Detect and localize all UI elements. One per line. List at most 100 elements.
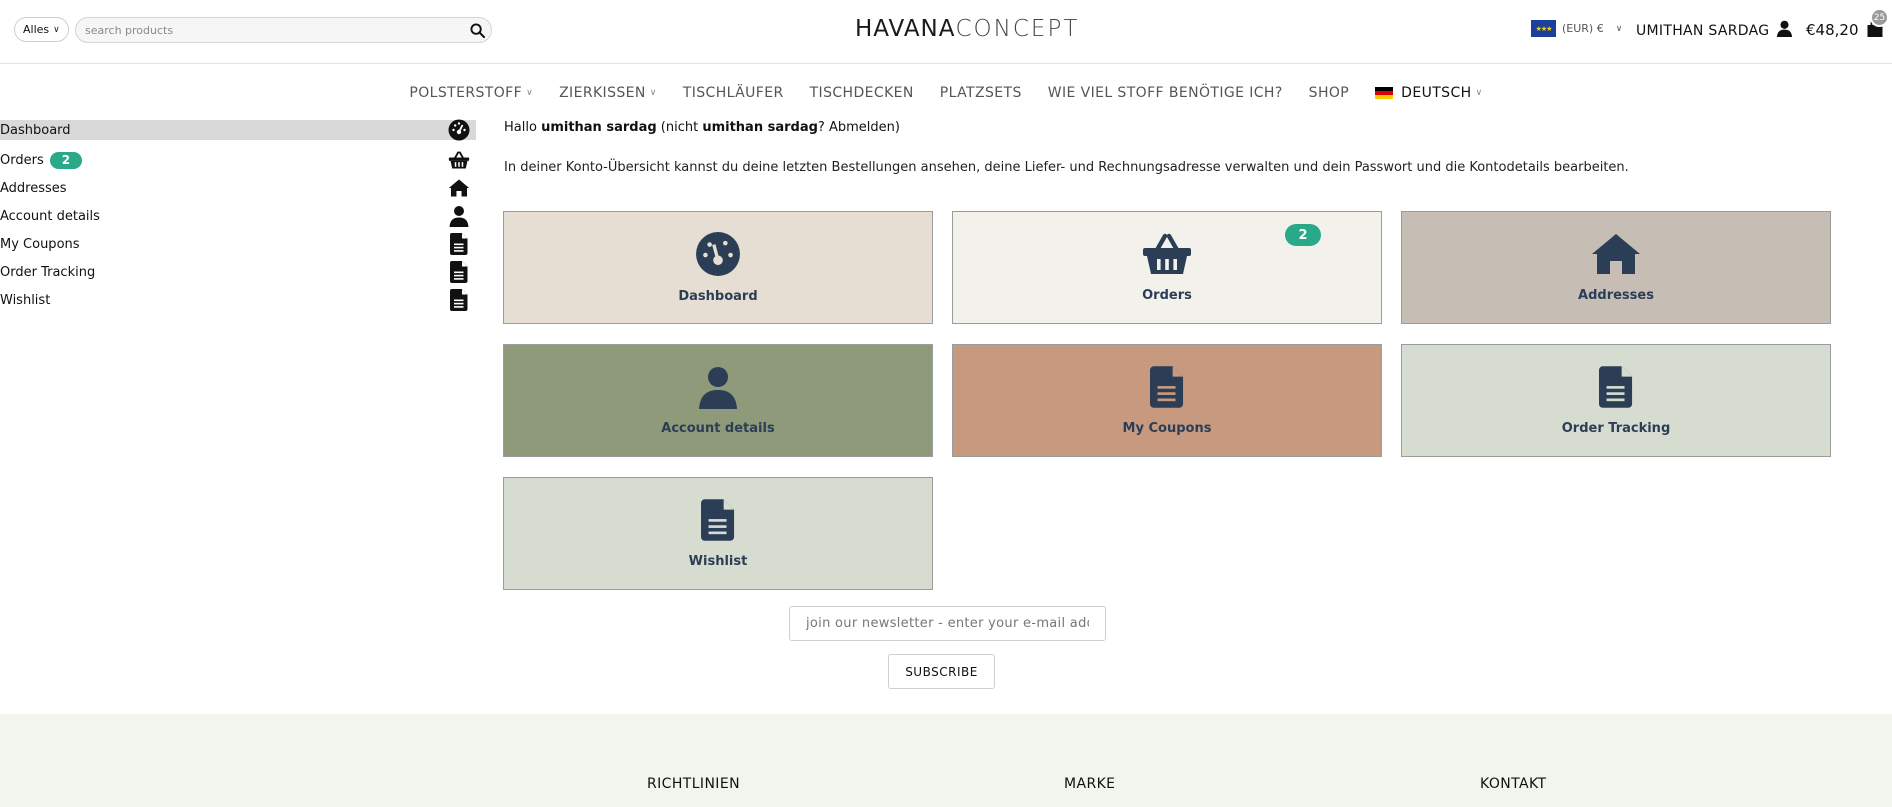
nav-item-label: ZIERKISSEN — [559, 85, 646, 101]
nav-item-label: WIE VIEL STOFF BENÖTIGE ICH? — [1047, 85, 1283, 101]
language-switcher[interactable]: DEUTSCH ∨ — [1375, 82, 1482, 104]
sidebar-item-label: Dashboard — [0, 122, 71, 138]
chevron-down-icon: ∨ — [1615, 23, 1623, 34]
nav-item-label: POLSTERSTOFF — [409, 85, 523, 101]
currency-label: (EUR) € — [1562, 22, 1604, 35]
sidebar-item-order-tracking[interactable]: Order Tracking — [0, 258, 476, 286]
sidebar-item-label: Order Tracking — [0, 264, 96, 280]
account-name: UMITHAN SARDAG — [1636, 22, 1770, 39]
tile-my-coupons[interactable]: My Coupons — [952, 344, 1382, 457]
nav-item-platzsets[interactable]: PLATZSETS — [940, 82, 1022, 104]
nav-item-label: SHOP — [1308, 85, 1350, 101]
tile-label: My Coupons — [1122, 421, 1212, 436]
dashboard-icon — [695, 231, 741, 281]
chevron-down-icon: ∨ — [1475, 88, 1483, 98]
user-icon — [698, 365, 738, 413]
nav-item-shop[interactable]: SHOP — [1309, 82, 1349, 104]
nav-item-tischlaeufer[interactable]: TISCHLÄUFER — [683, 82, 784, 104]
document-icon — [448, 233, 470, 255]
nav-item-polsterstoff[interactable]: POLSTERSTOFF ∨ — [409, 82, 533, 104]
sidebar-item-my-coupons[interactable]: My Coupons — [0, 230, 476, 258]
account-dashboard-content: Hallo umithan sardag (nicht umithan sard… — [504, 120, 1834, 175]
nav-item-label: TISCHDECKEN — [809, 85, 914, 101]
tile-orders[interactable]: 2 Orders — [952, 211, 1382, 324]
orders-count-badge: 2 — [1285, 224, 1321, 246]
home-icon — [448, 177, 470, 199]
home-icon — [1590, 232, 1642, 280]
search-icon[interactable] — [468, 21, 487, 40]
document-icon — [1150, 365, 1184, 413]
site-header: Alles ∨ HAVANACONCEPT ★★★ (EUR) € ∨ UMIT… — [0, 0, 1892, 64]
tile-wishlist[interactable]: Wishlist — [503, 477, 933, 590]
tile-label: Orders — [1142, 288, 1192, 303]
chevron-down-icon: ∨ — [53, 24, 60, 35]
currency-switcher[interactable]: ★★★ (EUR) € ∨ — [1531, 20, 1622, 37]
user-icon — [448, 205, 470, 227]
sidebar-item-account-details[interactable]: Account details — [0, 202, 476, 230]
document-icon — [701, 498, 735, 546]
account-sidebar: Dashboard Orders 2 Addresses Account det… — [0, 119, 476, 314]
eu-flag-stars: ★★★ — [1535, 24, 1553, 33]
category-select[interactable]: Alles ∨ — [14, 17, 69, 42]
sidebar-item-orders[interactable]: Orders 2 — [0, 146, 476, 174]
document-icon — [448, 289, 470, 311]
dashboard-tile-grid: Dashboard 2 Orders Addresses Account det… — [503, 211, 1831, 590]
document-icon — [1599, 365, 1633, 413]
tile-label: Account details — [661, 421, 775, 436]
greeting-hello: Hallo — [504, 120, 542, 135]
nav-item-stoffrechner[interactable]: WIE VIEL STOFF BENÖTIGE ICH? — [1048, 82, 1283, 104]
subscribe-button[interactable]: SUBSCRIBE — [888, 654, 995, 689]
sidebar-item-label: Account details — [0, 208, 100, 224]
tile-account-details[interactable]: Account details — [503, 344, 933, 457]
category-select-value: Alles — [23, 23, 50, 36]
sidebar-item-dashboard[interactable]: Dashboard — [0, 119, 476, 141]
orders-count-badge: 2 — [49, 151, 83, 169]
greeting-text: Hallo umithan sardag (nicht umithan sard… — [504, 120, 1834, 138]
dashboard-icon — [448, 119, 470, 141]
german-flag-icon — [1375, 87, 1394, 99]
user-icon — [1776, 20, 1793, 41]
tile-order-tracking[interactable]: Order Tracking — [1401, 344, 1831, 457]
footer-heading-brand: MARKE — [1064, 776, 1116, 792]
greeting-username: umithan sardag — [541, 120, 657, 135]
footer-heading-policies: RICHTLINIEN — [647, 776, 740, 792]
greeting-not-prefix: (nicht — [656, 120, 703, 135]
sidebar-item-label: Wishlist — [0, 292, 51, 308]
chevron-down-icon: ∨ — [649, 88, 657, 98]
document-icon — [448, 261, 470, 283]
sidebar-item-addresses[interactable]: Addresses — [0, 174, 476, 202]
sidebar-item-label: My Coupons — [0, 236, 80, 252]
logout-link[interactable]: ? Abmelden) — [818, 120, 900, 135]
newsletter-email-input[interactable] — [789, 606, 1106, 641]
footer-heading-contact: KONTAKT — [1480, 776, 1547, 792]
site-logo[interactable]: HAVANACONCEPT — [855, 16, 1079, 42]
nav-item-tischdecken[interactable]: TISCHDECKEN — [810, 82, 914, 104]
search-input[interactable] — [85, 21, 455, 39]
cart-total: €48,20 — [1806, 21, 1859, 39]
search-box — [75, 17, 492, 43]
tile-label: Order Tracking — [1561, 421, 1671, 436]
account-link[interactable]: UMITHAN SARDAG — [1636, 20, 1793, 41]
tile-label: Addresses — [1578, 288, 1654, 303]
greeting-username-2: umithan sardag — [702, 120, 818, 135]
intro-text: In deiner Konto-Übersicht kannst du dein… — [504, 160, 1629, 175]
language-label: DEUTSCH — [1401, 85, 1472, 101]
logo-text-havana: HAVANA — [855, 16, 956, 42]
tile-label: Dashboard — [678, 289, 758, 304]
main-nav: POLSTERSTOFF ∨ ZIERKISSEN ∨ TISCHLÄUFER TI… — [0, 82, 1892, 104]
nav-item-label: TISCHLÄUFER — [682, 85, 784, 101]
tile-dashboard[interactable]: Dashboard — [503, 211, 933, 324]
logo-text-concept: CONCEPT — [955, 16, 1080, 42]
cart-count-badge: 25 — [1870, 8, 1889, 27]
eu-flag-icon: ★★★ — [1531, 20, 1556, 37]
sidebar-item-label: Addresses — [0, 180, 67, 196]
sidebar-item-wishlist[interactable]: Wishlist — [0, 286, 476, 314]
tile-label: Wishlist — [688, 554, 748, 569]
nav-item-label: PLATZSETS — [939, 85, 1022, 101]
site-footer: RICHTLINIEN MARKE KONTAKT — [0, 714, 1892, 807]
chevron-down-icon: ∨ — [526, 88, 534, 98]
basket-icon — [448, 149, 470, 171]
tile-addresses[interactable]: Addresses — [1401, 211, 1831, 324]
basket-icon — [1141, 232, 1193, 280]
nav-item-zierkissen[interactable]: ZIERKISSEN ∨ — [559, 82, 657, 104]
